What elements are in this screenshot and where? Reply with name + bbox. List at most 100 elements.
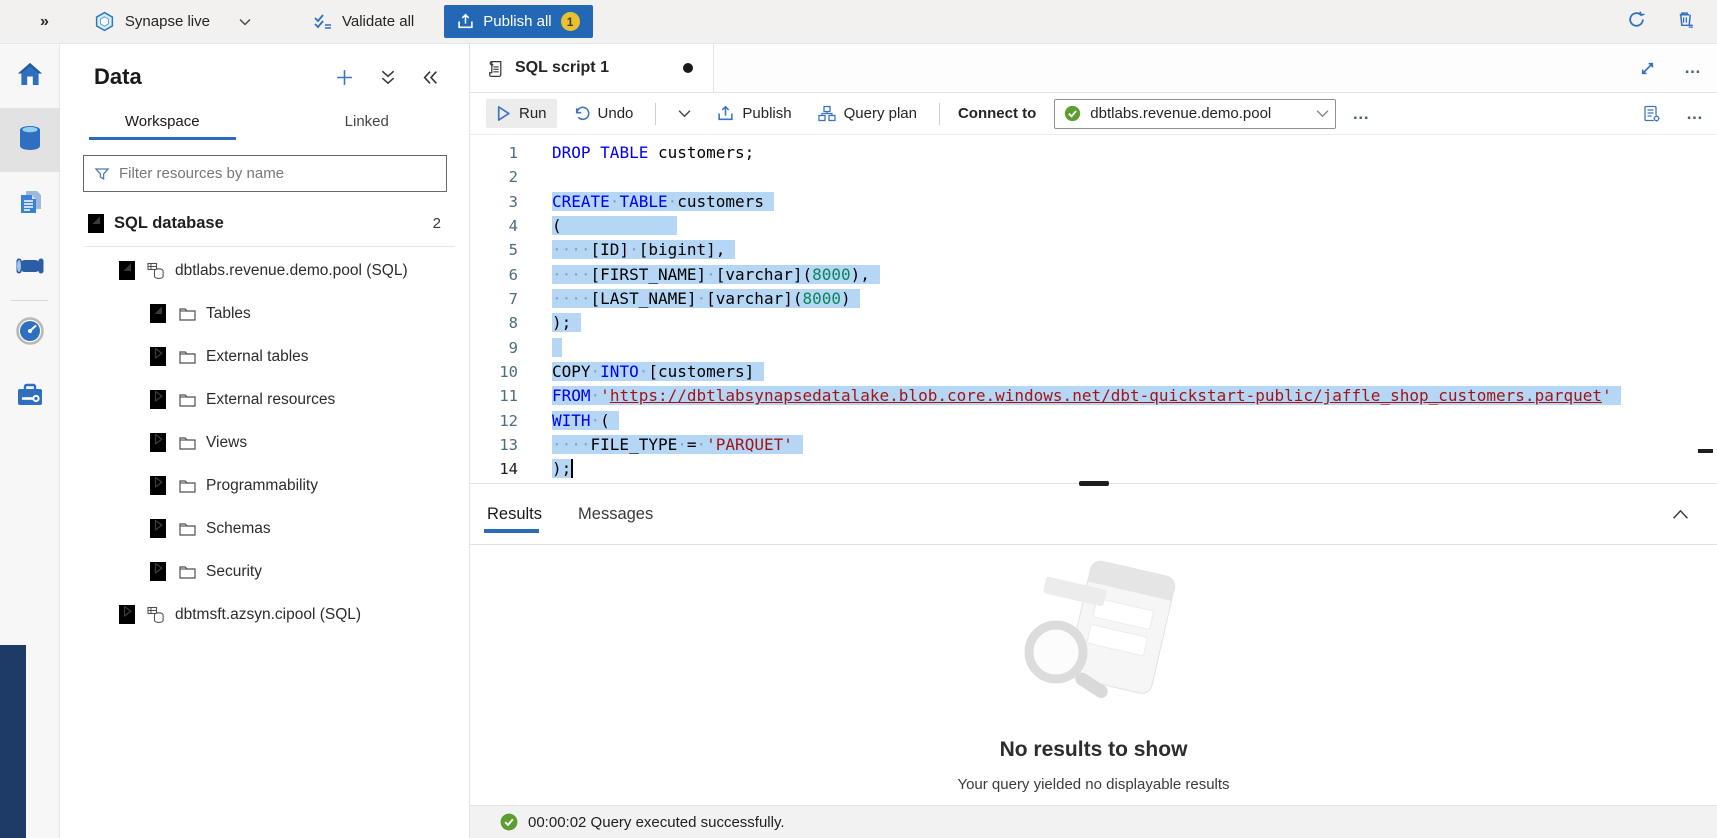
code-line[interactable]: 11FROM·'https://dbtlabsynapsedatalake.bl… [470,384,1717,408]
code-line[interactable]: 10COPY·INTO·[customers] [470,360,1717,384]
publish-count-badge: 1 [561,12,580,31]
expand-all-icon[interactable] [380,69,396,86]
caret-collapsed-icon[interactable] [150,562,166,581]
overview-ruler-cursor-mark [1698,449,1713,453]
code-text: ····[FIRST_NAME]·[varchar](8000), [552,265,880,284]
discard-all-icon[interactable] [1676,10,1695,34]
nav-item-data[interactable] [0,108,60,172]
publish-button[interactable]: Publish [707,99,801,128]
collapse-results-icon[interactable] [1672,509,1717,520]
main-area: SQL script 1 … Run Und [470,44,1717,838]
filter-input[interactable] [119,165,436,182]
synapse-logo-icon [94,11,115,32]
code-line[interactable]: 6····[FIRST_NAME]·[varchar](8000), [470,263,1717,287]
nav-item-integrate[interactable] [0,236,60,300]
tree-item-dbtmsft-azsyn-cipool-sql-[interactable]: dbtmsft.azsyn.cipool (SQL) [60,593,469,636]
code-line[interactable]: 14); [470,457,1717,481]
data-tab-workspace[interactable]: Workspace [60,104,265,140]
pool-name: dbtlabs.revenue.demo.pool [1090,105,1307,122]
publish-icon [717,105,734,122]
nav-item-home[interactable] [0,44,60,108]
line-number: 2 [470,165,552,189]
validate-label: Validate all [342,13,414,30]
data-panel: Data WorkspaceLinked SQL database2dbtlab… [60,44,470,838]
tree-item-views[interactable]: Views [60,421,469,464]
code-line[interactable]: 12WITH·( [470,409,1717,433]
properties-icon[interactable] [1642,104,1662,124]
filter-box[interactable] [83,155,447,192]
query-plan-button[interactable]: Query plan [808,99,927,128]
results-tab-messages[interactable]: Messages [575,484,656,544]
code-editor[interactable]: 1DROP TABLE customers;23CREATE·TABLE·cus… [470,135,1717,483]
folder-icon [176,391,198,408]
code-lines: 1DROP TABLE customers;23CREATE·TABLE·cus… [470,135,1717,482]
run-button[interactable]: Run [486,99,557,128]
code-line[interactable]: 5····[ID]·[bigint], [470,238,1717,262]
tree-item-label: dbtmsft.azsyn.cipool (SQL) [175,606,361,624]
tree-item-security[interactable]: Security [60,550,469,593]
chevron-down-icon [239,13,251,31]
code-line[interactable]: 4( [470,214,1717,238]
line-number: 8 [470,311,552,335]
add-resource-icon[interactable] [335,68,354,87]
code-line[interactable]: 9 [470,336,1717,360]
home-icon [15,59,45,94]
code-line[interactable]: 2 [470,165,1717,189]
mode-selector[interactable]: Synapse live [48,11,251,32]
collapse-panel-icon[interactable] [422,70,439,85]
connect-to-select[interactable]: dbtlabs.revenue.demo.pool [1054,99,1336,129]
code-line[interactable]: 3CREATE·TABLE·customers [470,190,1717,214]
code-line[interactable]: 1DROP TABLE customers; [470,141,1717,165]
undo-button[interactable]: Undo [563,99,644,128]
tree-item-programmability[interactable]: Programmability [60,464,469,507]
line-number: 3 [470,190,552,214]
code-text: CREATE·TABLE·customers [552,192,774,211]
tree-item-external-tables[interactable]: External tables [60,335,469,378]
tree-item-schemas[interactable]: Schemas [60,507,469,550]
code-line[interactable]: 7····[LAST_NAME]·[varchar](8000) [470,287,1717,311]
results-tab-results[interactable]: Results [484,484,545,544]
editor-more-icon[interactable]: … [1686,104,1705,124]
caret-collapsed-icon[interactable] [150,476,166,495]
tree-item-dbtlabs-revenue-demo-pool-sql-[interactable]: dbtlabs.revenue.demo.pool (SQL) [60,249,469,292]
nav-item-monitor[interactable] [0,301,60,365]
tab-sql-script-1[interactable]: SQL script 1 [470,44,714,92]
caret-expanded-icon[interactable] [88,214,104,233]
caret-collapsed-icon[interactable] [150,519,166,538]
results-tabbar: Results Messages [470,483,1717,545]
caret-collapsed-icon[interactable] [150,433,166,452]
editor-toolbar: Run Undo Publish [470,93,1717,135]
toolbar-more-icon[interactable]: … [1342,104,1381,124]
data-panel-tabs: WorkspaceLinked [60,104,469,140]
line-number: 1 [470,141,552,165]
tree-item-tables[interactable]: Tables [60,292,469,335]
expand-sidebar-icon[interactable]: » [40,13,48,31]
caret-expanded-icon[interactable] [119,261,135,280]
nav-item-manage[interactable] [0,365,60,429]
panel-resize-handle[interactable] [1079,481,1109,486]
line-number: 13 [470,433,552,457]
data-icon [16,123,44,158]
publish-all-icon [457,13,474,30]
code-line[interactable]: 13····FILE_TYPE·=·'PARQUET' [470,433,1717,457]
publish-all-button[interactable]: Publish all 1 [444,5,592,38]
caret-collapsed-icon[interactable] [119,605,135,624]
nav-item-develop[interactable] [0,172,60,236]
code-line[interactable]: 8); [470,311,1717,335]
validate-icon [313,13,333,31]
caret-collapsed-icon[interactable] [150,390,166,409]
caret-collapsed-icon[interactable] [150,347,166,366]
tree-item-external-resources[interactable]: External resources [60,378,469,421]
tree-item-sql-database[interactable]: SQL database2 [60,202,469,245]
empty-results-subtitle: Your query yielded no displayable result… [957,776,1229,793]
caret-expanded-icon[interactable] [150,304,166,323]
expand-editor-icon[interactable] [1639,60,1656,77]
validate-all-button[interactable]: Validate all [313,13,414,31]
code-text: ); [552,313,581,332]
develop-icon [16,187,44,222]
filter-icon [94,166,110,182]
run-options-dropdown[interactable] [668,103,701,124]
data-tab-linked[interactable]: Linked [265,104,470,140]
tabbar-more-icon[interactable]: … [1684,58,1703,78]
refresh-icon[interactable] [1627,10,1646,34]
